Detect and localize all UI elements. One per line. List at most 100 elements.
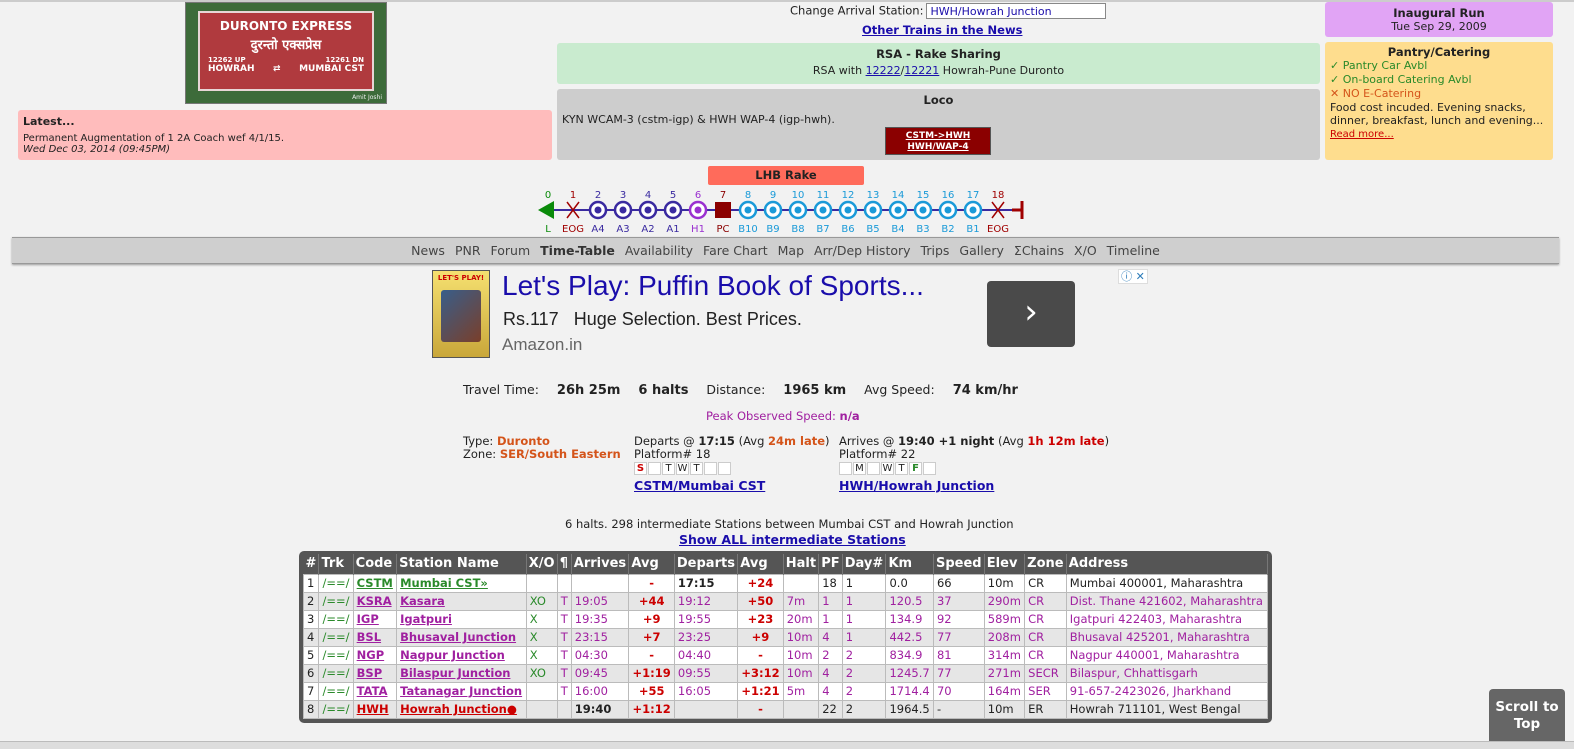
cell-address: Bhusaval 425201, Maharashtra <box>1065 627 1269 647</box>
cell-halt: 20m <box>782 609 820 629</box>
col-header-12[interactable]: Day# <box>842 554 887 574</box>
nav-item-11[interactable]: X/O <box>1074 243 1097 258</box>
departure-info: Departs @ 17:15 (Avg 24m late) Platform#… <box>634 435 830 492</box>
col-header-3[interactable]: Station Name <box>396 554 527 574</box>
nav-item-8[interactable]: Trips <box>921 243 950 258</box>
col-header-8[interactable]: Departs <box>674 554 739 574</box>
col-header-9[interactable]: Avg <box>737 554 784 574</box>
nav-item-10[interactable]: ΣChains <box>1014 243 1064 258</box>
pantry-item-onboard: ✓ On-board Catering Avbl <box>1330 73 1472 86</box>
col-header-17[interactable]: Address <box>1066 554 1269 574</box>
cell-avg: +1:12 <box>628 699 675 719</box>
rsa-train1-link[interactable]: 12222 <box>866 64 901 77</box>
other-trains-link[interactable]: Other Trains in the News <box>862 23 1022 37</box>
cell-stationname[interactable]: Mumbai CST» <box>396 573 527 593</box>
cell-stationname[interactable]: Bhusaval Junction <box>396 627 527 647</box>
nav-item-6[interactable]: Map <box>778 243 804 258</box>
departs-day-4: T <box>690 462 703 475</box>
pantry-read-more-link[interactable]: Read more... <box>1330 129 1394 140</box>
col-header-13[interactable]: Km <box>885 554 934 574</box>
cell-stationname[interactable]: Tatanagar Junction <box>396 681 527 701</box>
col-header-0[interactable]: # <box>303 554 320 574</box>
ad-banner[interactable]: LET'S PLAY! Let's Play: Puffin Book of S… <box>432 268 1150 360</box>
cell-xo: XO <box>525 591 558 611</box>
coach-number-16: 16 <box>942 190 955 201</box>
cell-code[interactable]: BSL <box>352 627 398 647</box>
cell-halt <box>782 573 820 593</box>
ad-title[interactable]: Let's Play: Puffin Book of Sports... <box>502 270 924 302</box>
timetable-body: 1/==/CSTM Mumbai CST» -17:15 +24 18 1 0.0 66 10m… <box>302 573 1269 719</box>
col-header-7[interactable]: Avg <box>628 554 675 574</box>
coach-number-10: 10 <box>792 190 805 201</box>
col-header-2[interactable]: Code <box>353 554 398 574</box>
cell-code[interactable]: BSP <box>352 663 398 683</box>
coach-dot-2 <box>594 206 602 214</box>
col-header-1[interactable]: Trk <box>318 554 354 574</box>
show-all-stations-link[interactable]: Show ALL intermediate Stations <box>679 532 906 547</box>
nav-item-0[interactable]: News <box>411 243 445 258</box>
col-header-11[interactable]: PF <box>818 554 843 574</box>
cell-stationname[interactable]: Igatpuri <box>396 609 527 629</box>
coach-dot-15 <box>919 206 927 214</box>
cell-speed: 77 <box>932 627 985 647</box>
nav-item-12[interactable]: Timeline <box>1107 243 1160 258</box>
rsa-train2-link[interactable]: 12221 <box>904 64 939 77</box>
cell-avg: +50 <box>737 591 784 611</box>
coach-label-4: A2 <box>641 224 654 235</box>
col-header-14[interactable]: Speed <box>933 554 985 574</box>
cell-stationname[interactable]: Nagpur Junction <box>396 645 527 665</box>
arrival-station-input[interactable] <box>926 3 1107 19</box>
cell-code[interactable]: NGP <box>352 645 398 665</box>
nav-item-1[interactable]: PNR <box>455 243 481 258</box>
coach-dot-17 <box>969 206 977 214</box>
scroll-to-top-button[interactable]: Scroll to Top <box>1489 689 1565 744</box>
rake-composition: 0 L 1 EOG 2 A4 3 A3 4 A2 5 A1 6 H1 7 PC 8 B10 9 B9 10 B8 11 B7 1… <box>538 190 1024 235</box>
cell-code[interactable]: TATA <box>352 681 398 701</box>
avg-speed-label: Avg Speed: <box>864 382 935 397</box>
departs-platform: Platform# 18 <box>634 447 711 461</box>
coach-label-10: B8 <box>791 224 804 235</box>
cell-avg: +9 <box>628 609 675 629</box>
arrival-station-link[interactable]: HWH/Howrah Junction <box>839 479 1109 492</box>
cell-code[interactable]: KSRA <box>352 591 398 611</box>
ad-book-cover[interactable]: LET'S PLAY! <box>432 270 490 358</box>
cell-elev: 208m <box>983 627 1026 647</box>
nav-item-7[interactable]: Arr/Dep History <box>814 243 911 258</box>
col-header-4[interactable]: X/O <box>526 554 558 574</box>
nav-item-9[interactable]: Gallery <box>959 243 1004 258</box>
departure-station-link[interactable]: CSTM/Mumbai CST <box>634 479 830 492</box>
cell-arrives: 16:00 <box>570 681 630 701</box>
cell-stationname[interactable]: Bilaspur Junction <box>396 663 527 683</box>
ad-info-close-icon[interactable]: ⓘ ✕ <box>1118 269 1148 284</box>
coach-loco-0-icon <box>538 201 554 219</box>
cell-code[interactable]: HWH <box>352 699 398 719</box>
rake-end-icon <box>1012 201 1024 219</box>
cell-xo: X <box>525 627 558 647</box>
coach-label-8: B10 <box>738 224 758 235</box>
cell-code[interactable]: CSTM <box>352 573 398 593</box>
cell-elev: 10m <box>983 699 1026 719</box>
nav-item-5[interactable]: Fare Chart <box>703 243 768 258</box>
loco-link-button[interactable]: CSTM->HWH HWH/WAP-4 <box>885 127 991 155</box>
nav-item-4[interactable]: Availability <box>625 243 693 258</box>
avg-speed: 74 km/hr <box>952 383 1018 398</box>
rsa-box: RSA - Rake Sharing RSA with 12222/12221 … <box>557 43 1320 84</box>
coach-number-17: 17 <box>967 190 980 201</box>
col-header-5[interactable]: ¶ <box>557 554 572 574</box>
cell-stationname[interactable]: Howrah Junction● <box>396 699 527 719</box>
arrives-time: 19:40 +1 night <box>898 434 995 448</box>
col-header-6[interactable]: Arrives <box>571 554 630 574</box>
ad-go-button[interactable]: › <box>987 281 1075 347</box>
cell-arrives: 09:45 <box>570 663 630 683</box>
col-header-10[interactable]: Halt <box>783 554 820 574</box>
arrives-day-2 <box>867 462 880 475</box>
cell-: 7 <box>302 681 320 701</box>
train-photo[interactable]: DURONTO EXPRESS दुरन्तो एक्सप्रेस 12262 … <box>185 2 387 104</box>
col-header-15[interactable]: Elev <box>984 554 1026 574</box>
cell-stationname[interactable]: Kasara <box>396 591 527 611</box>
nav-item-3[interactable]: Time-Table <box>540 243 615 258</box>
nav-item-2[interactable]: Forum <box>491 243 531 258</box>
cell-code[interactable]: IGP <box>352 609 398 629</box>
departs-avg-pre: (Avg <box>738 434 765 448</box>
col-header-16[interactable]: Zone <box>1024 554 1067 574</box>
